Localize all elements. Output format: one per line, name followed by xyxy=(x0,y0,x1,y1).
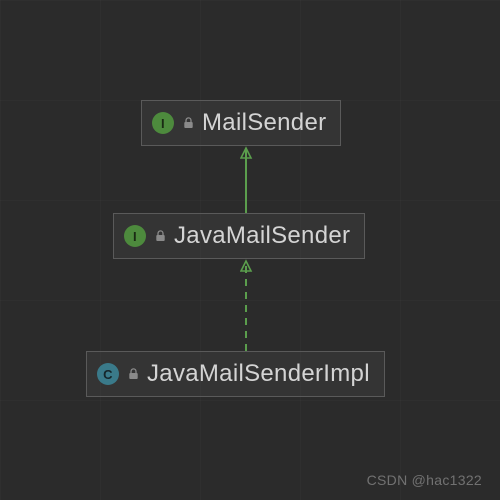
lock-icon xyxy=(182,117,194,129)
lock-icon xyxy=(127,368,139,380)
uml-diagram: I MailSender I JavaMailSender C JavaMail… xyxy=(0,0,500,500)
node-label: JavaMailSender xyxy=(174,222,350,250)
node-javamailsender[interactable]: I JavaMailSender xyxy=(113,213,365,259)
node-label: MailSender xyxy=(202,109,326,137)
watermark: CSDN @hac1322 xyxy=(367,472,482,488)
node-javamailsenderimpl[interactable]: C JavaMailSenderImpl xyxy=(86,351,385,397)
class-icon: C xyxy=(97,363,119,385)
node-label: JavaMailSenderImpl xyxy=(147,360,370,388)
node-mailsender[interactable]: I MailSender xyxy=(141,100,341,146)
interface-icon: I xyxy=(152,112,174,134)
interface-icon: I xyxy=(124,225,146,247)
lock-icon xyxy=(154,230,166,242)
